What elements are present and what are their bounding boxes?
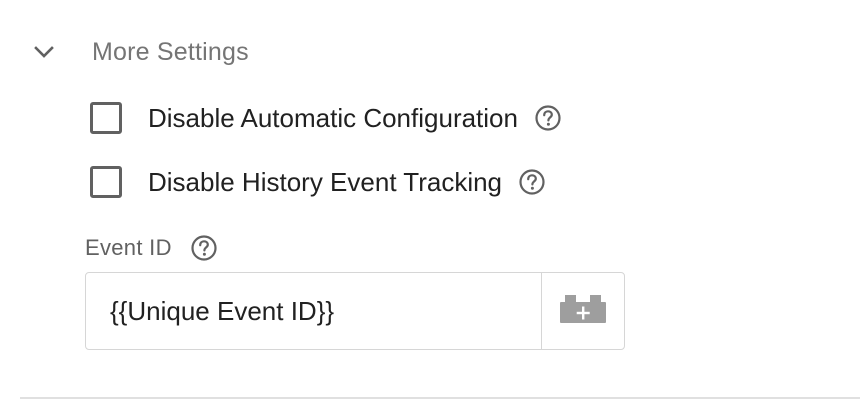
checkbox-label: Disable Automatic Configuration [148,102,518,133]
lego-brick-add-icon [559,294,607,329]
section-title: More Settings [92,37,249,66]
chevron-down-icon[interactable] [30,38,58,66]
event-id-input[interactable] [86,273,541,349]
insert-variable-button[interactable] [541,273,624,349]
event-id-field [85,272,625,350]
help-icon[interactable] [534,104,562,132]
disable-automatic-configuration-row[interactable]: Disable Automatic Configuration [90,100,562,136]
disable-history-event-tracking-row[interactable]: Disable History Event Tracking [90,164,546,200]
checkbox-label: Disable History Event Tracking [148,166,503,197]
help-icon[interactable] [518,168,546,196]
disable-automatic-configuration-checkbox[interactable] [90,102,122,134]
more-settings-toggle[interactable]: More Settings [30,34,249,70]
help-icon[interactable] [190,234,218,262]
event-id-label: Event ID [85,235,172,260]
disable-history-event-tracking-checkbox[interactable] [90,166,122,198]
event-id-label-row: Event ID [85,230,218,266]
divider [20,397,860,399]
